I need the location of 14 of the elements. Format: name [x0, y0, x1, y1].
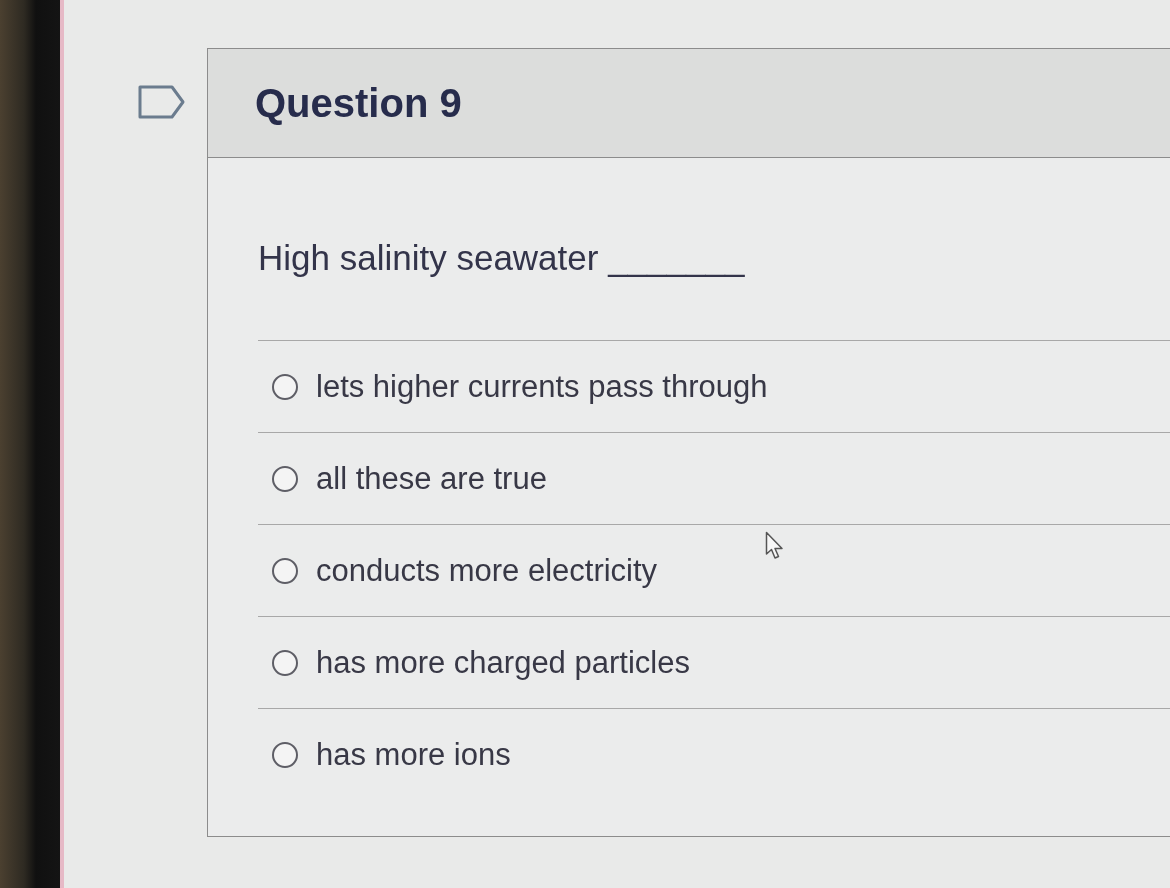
answer-text: conducts more electricity	[316, 552, 658, 589]
radio-button[interactable]	[272, 373, 298, 400]
answer-text: lets higher currents pass through	[316, 368, 768, 405]
radio-button[interactable]	[272, 465, 298, 492]
answer-text: has more charged particles	[316, 644, 690, 681]
answer-text: all these are true	[316, 460, 547, 497]
question-title: Question 9	[255, 80, 462, 126]
answer-text: has more ions	[316, 736, 511, 773]
radio-button[interactable]	[272, 557, 298, 584]
radio-button[interactable]	[272, 741, 298, 768]
cursor-icon	[765, 531, 785, 560]
question-text: High salinity seawater _______	[258, 238, 746, 278]
radio-button[interactable]	[272, 649, 298, 676]
tag-icon[interactable]	[138, 85, 185, 119]
